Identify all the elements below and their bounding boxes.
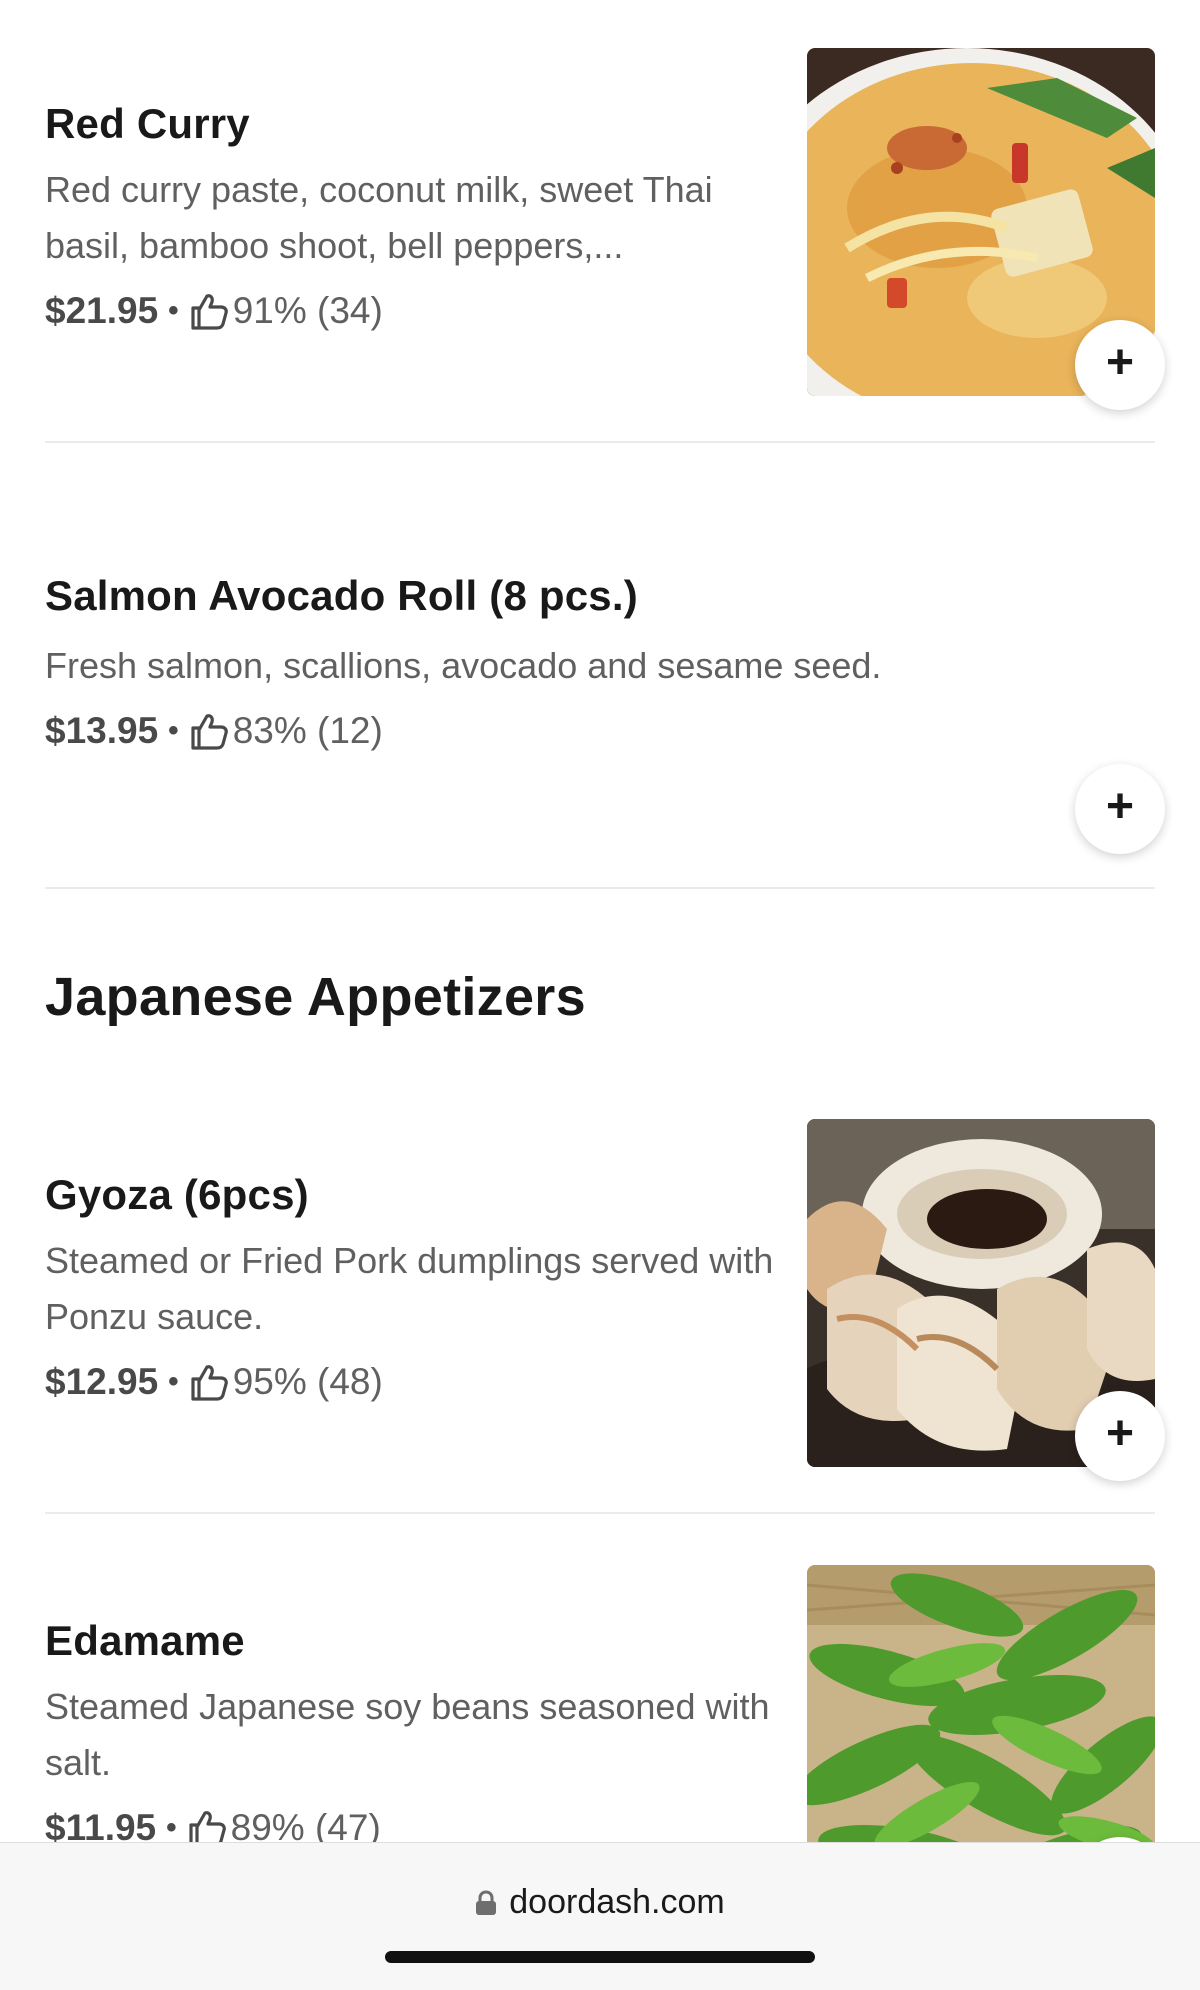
item-meta: $13.95 • 83% (12) (45, 710, 383, 752)
menu-item-salmon-avocado-roll[interactable]: Salmon Avocado Roll (8 pcs.) Fresh salmo… (45, 560, 1165, 860)
separator-dot: • (168, 1365, 179, 1398)
item-name: Red Curry (45, 100, 250, 147)
item-rating: 91% (34) (232, 290, 383, 331)
divider (45, 1512, 1155, 1514)
browser-bottom-bar: doordash.com (0, 1842, 1200, 1990)
item-name: Edamame (45, 1617, 245, 1664)
menu-item-gyoza[interactable]: Gyoza (6pcs) Steamed or Fried Pork dumpl… (45, 1119, 1165, 1481)
item-description: Steamed or Fried Pork dumplings served w… (45, 1240, 774, 1337)
item-price: $11.95 (45, 1807, 157, 1842)
url-text: doordash.com (509, 1883, 725, 1921)
section-title: Japanese Appetizers (45, 967, 586, 1027)
add-to-cart-button[interactable]: + (1075, 320, 1165, 410)
menu-item-red-curry[interactable]: Red Curry Red curry paste, coconut milk,… (45, 48, 1165, 410)
item-meta: $12.95 • 95% (48) (45, 1361, 383, 1403)
thumbs-up-icon (187, 291, 229, 331)
item-name: Salmon Avocado Roll (8 pcs.) (45, 572, 638, 619)
item-name: Gyoza (6pcs) (45, 1171, 309, 1218)
separator-dot: • (166, 1811, 177, 1842)
thumbs-up-icon (185, 1808, 227, 1842)
item-description: Red curry paste, coconut milk, sweet Tha… (45, 169, 713, 266)
item-price: $21.95 (45, 290, 159, 331)
item-rating: 89% (47) (230, 1807, 381, 1842)
item-rating: 95% (48) (232, 1361, 383, 1402)
address-bar[interactable]: doordash.com (0, 1883, 1200, 1922)
menu-item-edamame[interactable]: Edamame Steamed Japanese soy beans seaso… (45, 1565, 1165, 1842)
item-price: $12.95 (45, 1361, 159, 1402)
divider (45, 887, 1155, 889)
thumbs-up-icon (187, 1362, 229, 1402)
edamame-photo (807, 1565, 1155, 1842)
add-to-cart-button[interactable]: + (1075, 764, 1165, 854)
divider (45, 441, 1155, 443)
home-indicator[interactable] (385, 1951, 815, 1963)
item-meta: $21.95 • 91% (34) (45, 290, 383, 332)
menu-list: Red Curry Red curry paste, coconut milk,… (0, 0, 1200, 1842)
add-to-cart-button[interactable]: + (1075, 1391, 1165, 1481)
separator-dot: • (168, 294, 179, 327)
plus-icon: + (1105, 780, 1135, 833)
thumbs-up-icon (187, 711, 229, 751)
plus-icon: + (1105, 336, 1135, 389)
item-price: $13.95 (45, 710, 159, 751)
item-meta: $11.95 • 89% (47) (45, 1807, 381, 1842)
item-description: Steamed Japanese soy beans seasoned with… (45, 1686, 770, 1783)
lock-icon (475, 1889, 497, 1916)
plus-icon: + (1105, 1407, 1135, 1460)
item-description: Fresh salmon, scallions, avocado and ses… (45, 645, 882, 686)
separator-dot: • (168, 714, 179, 747)
item-rating: 83% (12) (232, 710, 383, 751)
